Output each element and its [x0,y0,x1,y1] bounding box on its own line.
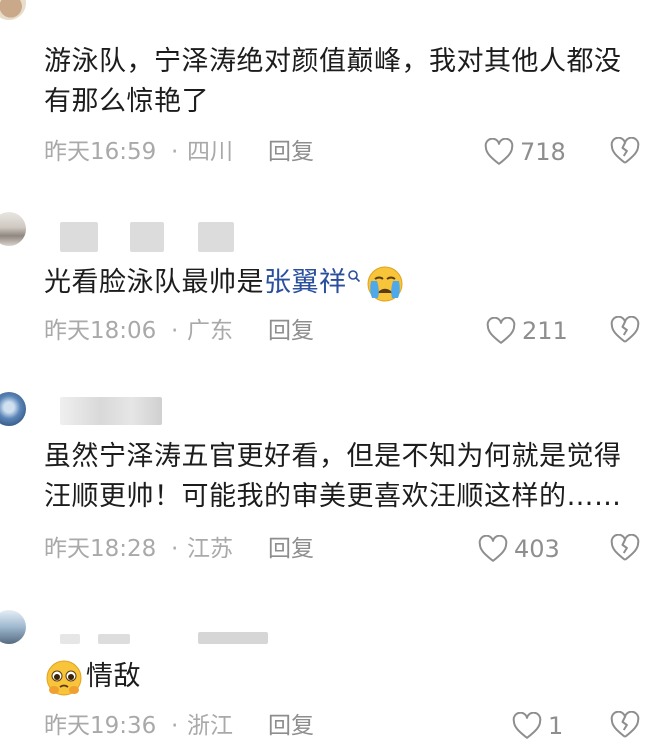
comment-location: 四川 [187,139,233,165]
crying-face-icon [367,266,402,301]
meta-separator: · [171,713,179,739]
comment-time: 昨天18:06 [44,318,157,344]
avatar[interactable] [0,392,26,426]
avatar[interactable] [0,0,26,20]
like-count: 718 [520,138,566,166]
search-icon[interactable] [347,269,361,283]
reply-button[interactable]: 回复 [268,709,314,743]
avatar[interactable] [0,610,26,644]
username-redacted [60,628,270,658]
like-button[interactable]: 211 [486,314,568,348]
reply-button[interactable]: 回复 [268,135,314,169]
pleading-face-icon [46,660,82,695]
like-button[interactable]: 403 [478,532,560,566]
like-count: 403 [514,535,560,563]
like-count: 1 [548,712,564,740]
comment-text: 情敌 [44,657,644,698]
heart-icon [486,317,516,344]
comment-meta: 昨天19:36 · 浙江 回复 1 [44,709,644,743]
like-button[interactable]: 718 [484,135,566,169]
broken-heart-icon[interactable] [610,137,640,165]
like-count: 211 [522,317,568,345]
comment-location: 浙江 [187,713,233,739]
heart-icon [478,535,508,562]
meta-separator: · [171,318,179,344]
username-redacted [60,397,165,427]
like-button[interactable]: 1 [512,709,563,743]
broken-heart-icon[interactable] [610,316,640,344]
comment-time: 昨天16:59 [44,139,157,165]
comment-meta: 昨天18:06 · 广东 回复 211 [44,314,644,348]
mention-link[interactable]: 张翼祥 [264,267,347,298]
comment-time: 昨天19:36 [44,713,157,739]
comment-text: 光看脸泳队最帅是张翼祥 [44,263,644,304]
broken-heart-icon[interactable] [610,534,640,562]
reply-button[interactable]: 回复 [268,532,314,566]
broken-heart-icon[interactable] [610,711,640,739]
comment-meta: 昨天18:28 · 江苏 回复 403 [44,532,644,566]
comment-text: 游泳队，宁泽涛绝对颜值巅峰，我对其他人都没 有那么惊艳了 [44,46,622,117]
reply-button[interactable]: 回复 [268,314,314,348]
username-redacted [60,222,240,252]
comment-location: 江苏 [187,536,233,562]
comment-time: 昨天18:28 [44,536,157,562]
heart-icon [484,138,514,165]
meta-separator: · [171,536,179,562]
meta-separator: · [171,139,179,165]
avatar[interactable] [0,212,26,246]
comment-text: 虽然宁泽涛五官更好看，但是不知为何就是觉得 汪顺更帅！可能我的审美更喜欢汪顺这样… [44,441,622,512]
comment-meta: 昨天16:59 · 四川 回复 718 [44,135,644,169]
comment-location: 广东 [187,318,233,344]
heart-icon [512,712,542,739]
